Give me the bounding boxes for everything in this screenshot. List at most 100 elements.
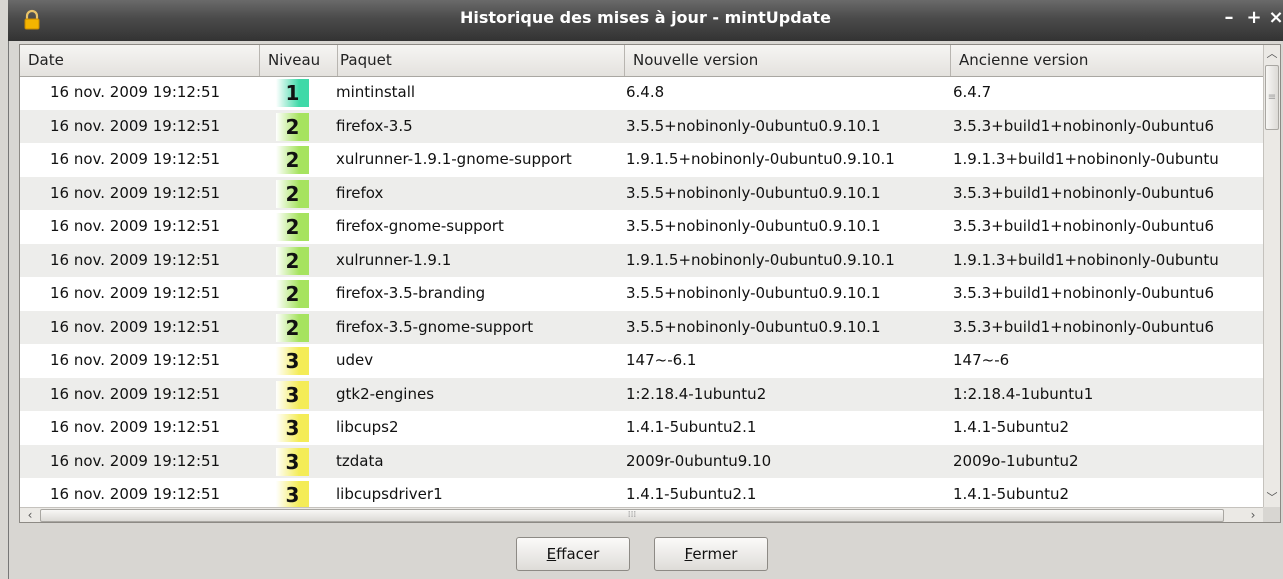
cell-level: 2 (276, 143, 316, 177)
cell-new-version: 3.5.5+nobinonly-0ubuntu0.9.10.1 (626, 317, 881, 336)
cell-level: 2 (276, 177, 316, 211)
level-badge: 2 (276, 112, 309, 141)
cell-package: xulrunner-1.9.1 (336, 250, 452, 269)
cell-new-version: 1.4.1-5ubuntu2.1 (626, 418, 757, 436)
cell-new-version: 2009r-0ubuntu9.10 (626, 451, 772, 470)
scroll-corner (1263, 507, 1280, 522)
level-badge: 2 (276, 246, 309, 275)
cell-date: 16 nov. 2009 19:12:51 (50, 183, 221, 202)
cell-old-version: 6.4.7 (953, 83, 992, 101)
clear-button-mnemonic: E (546, 545, 557, 563)
title-bar: Historique des mises à jour - mintUpdate… (8, 0, 1283, 41)
table-header: Date Niveau Paquet Nouvelle version Anci… (20, 45, 1263, 77)
column-header-date[interactable]: Date (20, 45, 259, 76)
close-window-button[interactable]: × (1264, 6, 1283, 30)
cell-old-version: 1.4.1-5ubuntu2 (953, 418, 1070, 436)
minimize-button[interactable]: – (1217, 6, 1241, 30)
cell-old-version: 3.5.3+build1+nobinonly-0ubuntu6 (953, 284, 1215, 302)
window-title: Historique des mises à jour - mintUpdate (460, 8, 831, 27)
table-row[interactable]: 16 nov. 2009 19:12:51 2 xulrunner-1.9.1-gn… (20, 143, 1263, 177)
table-row[interactable]: 16 nov. 2009 19:12:51 3 libcups2 1.4.1-5ubu… (20, 411, 1263, 445)
cell-package: firefox (336, 183, 384, 202)
cell-new-version: 3.5.5+nobinonly-0ubuntu0.9.10.1 (626, 116, 881, 135)
cell-level: 2 (276, 244, 316, 278)
cell-new-version: 6.4.8 (626, 83, 665, 101)
cell-old-version: 3.5.3+build1+nobinonly-0ubuntu6 (953, 317, 1215, 336)
horizontal-scroll-thumb[interactable]: ⁞⁞⁞ (40, 509, 1224, 522)
cell-date: 16 nov. 2009 19:12:51 (50, 83, 221, 101)
level-badge: 3 (276, 347, 309, 375)
level-badge: 2 (276, 179, 309, 208)
clear-button-label: ffacer (556, 545, 600, 563)
table-row[interactable]: 16 nov. 2009 19:12:51 2 firefox-3.5 3.5.5+n… (20, 109, 1263, 143)
cell-new-version: 1.9.1.5+nobinonly-0ubuntu0.9.10.1 (626, 250, 895, 269)
update-history-table[interactable]: Date Niveau Paquet Nouvelle version Anci… (19, 44, 1281, 523)
level-badge: 2 (276, 313, 309, 342)
cell-old-version: 3.5.3+build1+nobinonly-0ubuntu6 (953, 217, 1215, 235)
table-row[interactable]: 16 nov. 2009 19:12:51 2 firefox-gnome-supp… (20, 210, 1263, 244)
vertical-scrollbar[interactable]: ︿ ≡ ﹀ (1263, 45, 1280, 508)
horizontal-scrollbar[interactable]: ‹ ⁞⁞⁞ › (20, 507, 1263, 522)
cell-package: firefox-3.5-gnome-support (336, 317, 534, 336)
level-badge: 1 (276, 79, 309, 107)
cell-new-version: 147~-6.1 (626, 351, 697, 369)
level-badge: 3 (276, 380, 309, 409)
cell-date: 16 nov. 2009 19:12:51 (50, 217, 221, 235)
cell-old-version: 1.9.1.3+build1+nobinonly-0ubuntu (953, 250, 1219, 269)
cell-date: 16 nov. 2009 19:12:51 (50, 384, 221, 403)
cell-old-version: 3.5.3+build1+nobinonly-0ubuntu6 (953, 183, 1215, 202)
cell-old-version: 3.5.3+build1+nobinonly-0ubuntu6 (953, 116, 1215, 135)
level-badge: 2 (276, 146, 309, 174)
close-button-label: ermer (692, 545, 738, 563)
cell-package: firefox-3.5 (336, 116, 413, 135)
table-row[interactable]: 16 nov. 2009 19:12:51 3 udev 147~-6.1 147~-6 (20, 344, 1263, 378)
table-row[interactable]: 16 nov. 2009 19:12:51 2 xulrunner-1.9.1 1.9… (20, 243, 1263, 278)
cell-new-version: 3.5.5+nobinonly-0ubuntu0.9.10.1 (626, 183, 881, 202)
cell-level: 2 (276, 311, 316, 345)
scroll-left-arrow-icon[interactable]: ‹ (21, 508, 39, 522)
maximize-button[interactable]: + (1242, 6, 1266, 30)
table-row[interactable]: 16 nov. 2009 19:12:51 3 tzdata 2009r-0ubunt… (20, 444, 1263, 479)
column-header-old-version[interactable]: Ancienne version (950, 45, 1263, 76)
cell-old-version: 147~-6 (953, 351, 1010, 369)
cell-date: 16 nov. 2009 19:12:51 (50, 250, 221, 269)
cell-new-version: 3.5.5+nobinonly-0ubuntu0.9.10.1 (626, 284, 881, 302)
level-badge: 3 (276, 414, 309, 442)
table-body: 16 nov. 2009 19:12:51 1 mintinstall 6.4.8 6.… (20, 76, 1263, 512)
scroll-up-arrow-icon[interactable]: ︿ (1264, 45, 1280, 63)
cell-package: xulrunner-1.9.1-gnome-support (336, 150, 572, 168)
table-row[interactable]: 16 nov. 2009 19:12:51 2 firefox-3.5-gnome-… (20, 310, 1263, 345)
table-row[interactable]: 16 nov. 2009 19:12:51 1 mintinstall 6.4.8 6.… (20, 76, 1263, 110)
cell-date: 16 nov. 2009 19:12:51 (50, 116, 221, 135)
column-header-package[interactable]: Paquet (337, 45, 626, 76)
cell-date: 16 nov. 2009 19:12:51 (50, 150, 221, 168)
cell-old-version: 1.9.1.3+build1+nobinonly-0ubuntu (953, 150, 1219, 168)
scroll-down-arrow-icon[interactable]: ﹀ (1264, 489, 1280, 507)
table-row[interactable]: 16 nov. 2009 19:12:51 2 firefox 3.5.5+nobin… (20, 176, 1263, 211)
cell-package: tzdata (336, 451, 384, 470)
cell-level: 3 (276, 344, 316, 378)
cell-date: 16 nov. 2009 19:12:51 (50, 418, 221, 436)
close-button[interactable]: Fermer (654, 537, 768, 571)
cell-new-version: 3.5.5+nobinonly-0ubuntu0.9.10.1 (626, 217, 881, 235)
cell-level: 2 (276, 277, 316, 311)
column-header-new-version[interactable]: Nouvelle version (624, 45, 950, 76)
level-badge: 2 (276, 213, 309, 241)
table-row[interactable]: 16 nov. 2009 19:12:51 3 gtk2-engines 1:2.18… (20, 377, 1263, 411)
clear-button[interactable]: Effacer (516, 537, 630, 571)
cell-old-version: 2009o-1ubuntu2 (953, 451, 1079, 470)
cell-package: mintinstall (336, 83, 416, 101)
scroll-right-arrow-icon[interactable]: › (1244, 508, 1262, 522)
dialog-body: Date Niveau Paquet Nouvelle version Anci… (8, 41, 1283, 579)
column-header-level[interactable]: Niveau (259, 45, 337, 76)
cell-package: libcups2 (336, 418, 399, 436)
cell-date: 16 nov. 2009 19:12:51 (50, 284, 221, 302)
cell-old-version: 1:2.18.4-1ubuntu1 (953, 384, 1094, 403)
cell-level: 2 (276, 210, 316, 244)
vertical-scroll-thumb[interactable]: ≡ (1265, 65, 1279, 130)
level-badge: 3 (276, 447, 309, 476)
cell-new-version: 1.9.1.5+nobinonly-0ubuntu0.9.10.1 (626, 150, 895, 168)
table-row[interactable]: 16 nov. 2009 19:12:51 2 firefox-3.5-brandi… (20, 277, 1263, 311)
cell-level: 3 (276, 445, 316, 479)
cell-level: 3 (276, 411, 316, 445)
